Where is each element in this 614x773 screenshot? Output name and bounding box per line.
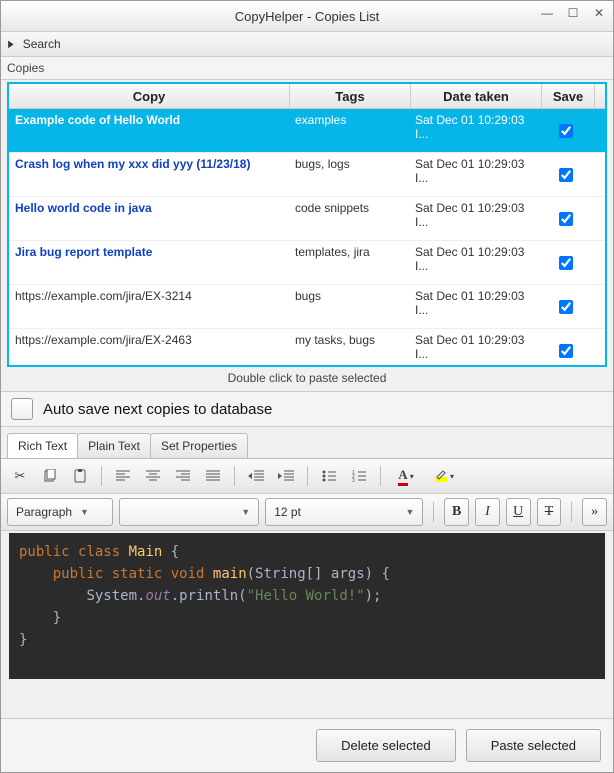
save-checkbox[interactable] xyxy=(559,124,573,138)
cell-save xyxy=(539,329,591,365)
cell-copy: Example code of Hello World xyxy=(9,109,289,152)
section-label: Copies xyxy=(1,57,613,80)
col-tags[interactable]: Tags xyxy=(290,84,411,108)
cell-save xyxy=(539,241,591,284)
save-checkbox[interactable] xyxy=(559,344,573,358)
indent-button[interactable] xyxy=(273,463,299,489)
paragraph-style-select[interactable]: Paragraph▼ xyxy=(7,498,113,526)
autosave-label: Auto save next copies to database xyxy=(43,401,272,418)
table-row[interactable]: Example code of Hello WorldexamplesSat D… xyxy=(9,109,605,153)
cut-button[interactable]: ✂ xyxy=(7,463,33,489)
cell-date: Sat Dec 01 10:29:03 I... xyxy=(409,197,539,240)
table-body: Example code of Hello WorldexamplesSat D… xyxy=(9,109,605,365)
cell-copy: https://example.com/jira/EX-2463 xyxy=(9,329,289,365)
font-family-select[interactable]: ▼ xyxy=(119,498,260,526)
delete-selected-button[interactable]: Delete selected xyxy=(316,729,456,762)
col-copy[interactable]: Copy xyxy=(9,84,290,108)
bullet-list-button[interactable] xyxy=(316,463,342,489)
outdent-button[interactable] xyxy=(243,463,269,489)
table-header: Copy Tags Date taken Save xyxy=(9,84,605,109)
save-checkbox[interactable] xyxy=(559,300,573,314)
svg-text:3: 3 xyxy=(352,478,355,482)
cell-save xyxy=(539,109,591,152)
highlight-color-button[interactable]: ▾ xyxy=(427,463,461,489)
cell-date: Sat Dec 01 10:29:03 I... xyxy=(409,109,539,152)
strikethrough-button[interactable]: T xyxy=(537,498,562,526)
col-save[interactable]: Save xyxy=(542,84,595,108)
hint-text: Double click to paste selected xyxy=(1,367,613,391)
align-left-button[interactable] xyxy=(110,463,136,489)
window-title: CopyHelper - Copies List xyxy=(235,9,380,24)
editor-toolbar-1: ✂ 123 A▾ ▾ xyxy=(1,458,613,494)
autosave-checkbox[interactable] xyxy=(11,398,33,420)
cell-date: Sat Dec 01 10:29:03 I... xyxy=(409,285,539,328)
table-row[interactable]: https://example.com/jira/EX-2463my tasks… xyxy=(9,329,605,365)
tab-plain[interactable]: Plain Text xyxy=(77,433,151,458)
bold-button[interactable]: B xyxy=(444,498,469,526)
minimize-button[interactable]: — xyxy=(535,3,559,23)
paste-selected-button[interactable]: Paste selected xyxy=(466,729,601,762)
cell-date: Sat Dec 01 10:29:03 I... xyxy=(409,329,539,365)
search-label: Search xyxy=(23,37,61,51)
cell-tags: bugs xyxy=(289,285,409,328)
align-right-button[interactable] xyxy=(170,463,196,489)
cell-tags: code snippets xyxy=(289,197,409,240)
table-row[interactable]: Hello world code in javacode snippetsSat… xyxy=(9,197,605,241)
tab-props[interactable]: Set Properties xyxy=(150,433,248,458)
align-center-button[interactable] xyxy=(140,463,166,489)
table-row[interactable]: https://example.com/jira/EX-3214bugsSat … xyxy=(9,285,605,329)
font-color-button[interactable]: A▾ xyxy=(389,463,423,489)
editor-toolbar-2: Paragraph▼ ▼ 12 pt▼ B I U T » xyxy=(1,494,613,531)
copy-button[interactable] xyxy=(37,463,63,489)
copies-table: Copy Tags Date taken Save Example code o… xyxy=(7,82,607,367)
cell-copy: Hello world code in java xyxy=(9,197,289,240)
cell-copy: https://example.com/jira/EX-3214 xyxy=(9,285,289,328)
paste-button[interactable] xyxy=(67,463,93,489)
table-row[interactable]: Crash log when my xxx did yyy (11/23/18)… xyxy=(9,153,605,197)
cell-tags: examples xyxy=(289,109,409,152)
overflow-button[interactable]: » xyxy=(582,498,607,526)
footer-buttons: Delete selected Paste selected xyxy=(1,718,613,772)
editor-tabs: Rich TextPlain TextSet Properties xyxy=(1,427,613,458)
cell-save xyxy=(539,285,591,328)
save-checkbox[interactable] xyxy=(559,212,573,226)
cell-tags: my tasks, bugs xyxy=(289,329,409,365)
cell-save xyxy=(539,197,591,240)
close-button[interactable]: ✕ xyxy=(587,3,611,23)
app-window: CopyHelper - Copies List — ☐ ✕ ▶ Search … xyxy=(0,0,614,773)
save-checkbox[interactable] xyxy=(559,256,573,270)
search-expander[interactable]: ▶ Search xyxy=(1,32,613,57)
code-editor[interactable]: public class Main { public static void m… xyxy=(9,533,605,679)
numbered-list-button[interactable]: 123 xyxy=(346,463,372,489)
cell-tags: templates, jira xyxy=(289,241,409,284)
autosave-row: Auto save next copies to database xyxy=(1,391,613,427)
save-checkbox[interactable] xyxy=(559,168,573,182)
cell-tags: bugs, logs xyxy=(289,153,409,196)
cell-date: Sat Dec 01 10:29:03 I... xyxy=(409,241,539,284)
font-size-select[interactable]: 12 pt▼ xyxy=(265,498,423,526)
underline-button[interactable]: U xyxy=(506,498,531,526)
cell-copy: Crash log when my xxx did yyy (11/23/18) xyxy=(9,153,289,196)
col-date[interactable]: Date taken xyxy=(411,84,542,108)
chevron-right-icon: ▶ xyxy=(8,39,13,50)
table-row[interactable]: Jira bug report templatetemplates, jiraS… xyxy=(9,241,605,285)
cell-save xyxy=(539,153,591,196)
align-justify-button[interactable] xyxy=(200,463,226,489)
title-bar: CopyHelper - Copies List — ☐ ✕ xyxy=(1,1,613,32)
maximize-button[interactable]: ☐ xyxy=(561,3,585,23)
cell-copy: Jira bug report template xyxy=(9,241,289,284)
italic-button[interactable]: I xyxy=(475,498,500,526)
cell-date: Sat Dec 01 10:29:03 I... xyxy=(409,153,539,196)
tab-rich[interactable]: Rich Text xyxy=(7,433,78,458)
